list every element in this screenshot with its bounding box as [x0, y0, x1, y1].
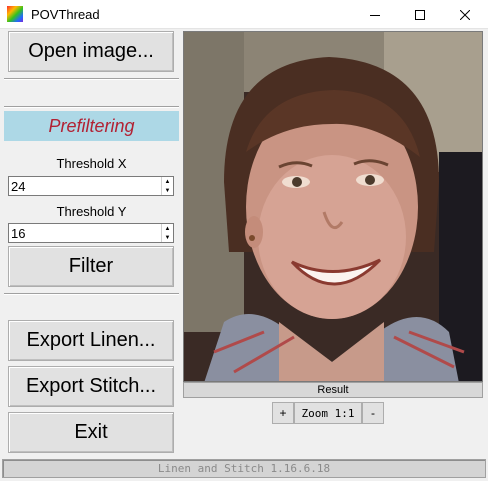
- close-icon: [460, 9, 470, 20]
- spin-down-icon[interactable]: ▼: [162, 186, 173, 195]
- zoom-controls: + Zoom 1:1 -: [272, 402, 384, 424]
- threshold-y-value[interactable]: 16: [11, 226, 25, 241]
- threshold-x-label: Threshold X: [56, 156, 127, 171]
- maximize-icon: [415, 9, 425, 20]
- spin-up-icon[interactable]: ▲: [162, 177, 173, 186]
- spinner-arrows[interactable]: ▲ ▼: [161, 224, 173, 242]
- result-image[interactable]: [183, 31, 483, 382]
- sidebar: Open image... Prefiltering Threshold X 2…: [2, 29, 179, 456]
- exit-button[interactable]: Exit: [8, 412, 174, 453]
- open-image-button[interactable]: Open image...: [8, 31, 174, 72]
- status-bar: Linen and Stitch 1.16.6.18: [2, 459, 486, 478]
- prefiltering-header: Prefiltering: [4, 111, 179, 141]
- spinner-arrows[interactable]: ▲ ▼: [161, 177, 173, 195]
- threshold-x-spinner[interactable]: 24 ▲ ▼: [8, 176, 174, 196]
- minimize-icon: [370, 14, 380, 16]
- threshold-x-value[interactable]: 24: [11, 179, 25, 194]
- threshold-y-label: Threshold Y: [56, 204, 127, 219]
- zoom-out-button[interactable]: -: [362, 402, 384, 424]
- image-pane: Result + Zoom 1:1 -: [181, 29, 485, 456]
- spin-up-icon[interactable]: ▲: [162, 224, 173, 233]
- threshold-y-spinner[interactable]: 16 ▲ ▼: [8, 223, 174, 243]
- divider: [4, 78, 179, 80]
- result-caption: Result: [183, 382, 483, 398]
- portrait-image: [184, 32, 482, 381]
- export-linen-button[interactable]: Export Linen...: [8, 320, 174, 361]
- minimize-button[interactable]: [352, 0, 398, 29]
- export-stitch-button[interactable]: Export Stitch...: [8, 366, 174, 407]
- zoom-level-label: Zoom 1:1: [294, 402, 362, 424]
- divider: [4, 106, 179, 108]
- window-title: POVThread: [31, 7, 100, 22]
- close-button[interactable]: [442, 0, 488, 29]
- divider: [4, 293, 179, 295]
- filter-button[interactable]: Filter: [8, 246, 174, 287]
- maximize-button[interactable]: [397, 0, 443, 29]
- title-bar: POVThread: [0, 0, 488, 29]
- zoom-in-button[interactable]: +: [272, 402, 294, 424]
- spin-down-icon[interactable]: ▼: [162, 233, 173, 242]
- app-icon: [7, 6, 23, 22]
